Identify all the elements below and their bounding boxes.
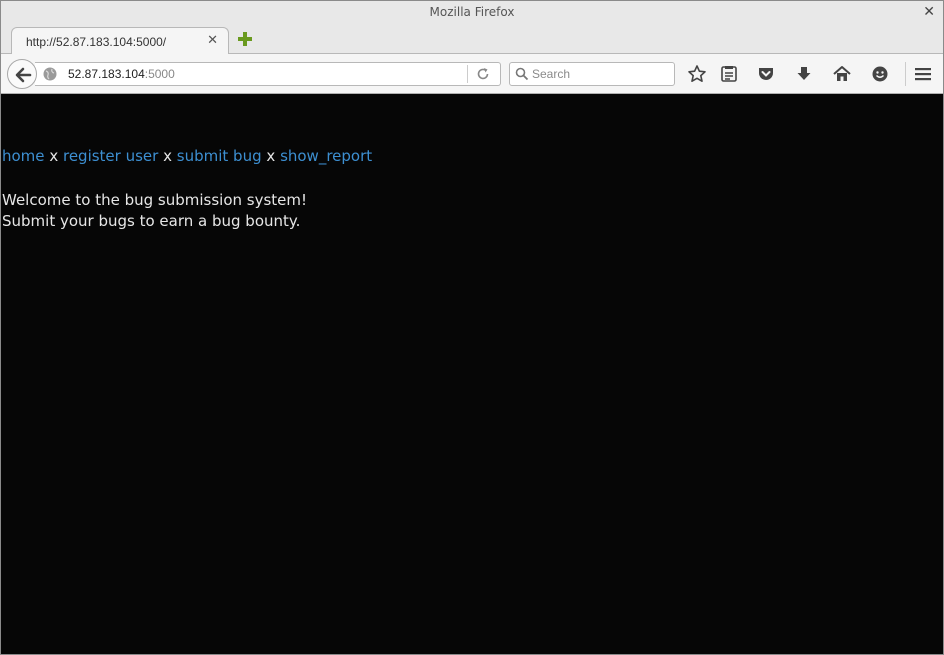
hello-icon[interactable]: [870, 64, 890, 84]
welcome-message: Welcome to the bug submission system! Su…: [2, 190, 307, 232]
search-icon: [515, 67, 529, 81]
url-text: 52.87.183.104:5000: [68, 67, 175, 81]
pocket-icon[interactable]: [756, 64, 776, 84]
back-button[interactable]: [7, 59, 37, 89]
search-box[interactable]: [509, 62, 675, 86]
bookmark-star-icon[interactable]: [687, 64, 707, 84]
url-divider: [467, 65, 468, 83]
globe-icon: [43, 67, 57, 81]
tab-title: http://52.87.183.104:5000/: [26, 35, 167, 49]
reading-list-icon[interactable]: [719, 64, 739, 84]
back-arrow-icon: [15, 67, 32, 83]
site-navigation: home x register user x submit bug x show…: [2, 147, 372, 165]
nav-separator: x: [163, 147, 172, 165]
url-port: :5000: [144, 67, 175, 81]
page-content: home x register user x submit bug x show…: [1, 95, 943, 654]
browser-window: Mozilla Firefox ✕ http://52.87.183.104:5…: [0, 0, 944, 655]
tab-close-icon[interactable]: ✕: [207, 33, 218, 48]
register-user-link[interactable]: register user: [63, 147, 158, 165]
home-link[interactable]: home: [2, 147, 45, 165]
welcome-line: Welcome to the bug submission system!: [2, 191, 308, 209]
search-input[interactable]: [532, 65, 670, 83]
download-icon[interactable]: [794, 64, 814, 84]
menu-icon[interactable]: [913, 64, 933, 84]
reload-icon[interactable]: [475, 66, 491, 82]
bounty-line: Submit your bugs to earn a bug bounty.: [2, 212, 301, 230]
tab-strip: http://52.87.183.104:5000/ ✕: [1, 25, 943, 55]
new-tab-icon[interactable]: [235, 29, 255, 49]
close-window-icon[interactable]: ✕: [923, 4, 935, 20]
nav-separator: x: [266, 147, 276, 165]
url-bar[interactable]: 52.87.183.104:5000: [35, 62, 501, 86]
show-report-link[interactable]: show_report: [280, 147, 372, 165]
navigation-toolbar: 52.87.183.104:5000: [1, 54, 943, 94]
tab-active[interactable]: http://52.87.183.104:5000/ ✕: [11, 27, 229, 55]
title-bar: Mozilla Firefox ✕: [1, 1, 943, 25]
submit-bug-link[interactable]: submit bug: [177, 147, 262, 165]
toolbar-divider: [905, 62, 906, 86]
window-title: Mozilla Firefox: [429, 5, 515, 19]
home-icon[interactable]: [832, 64, 852, 84]
nav-separator: x: [49, 147, 59, 165]
url-host: 52.87.183.104: [68, 67, 145, 81]
